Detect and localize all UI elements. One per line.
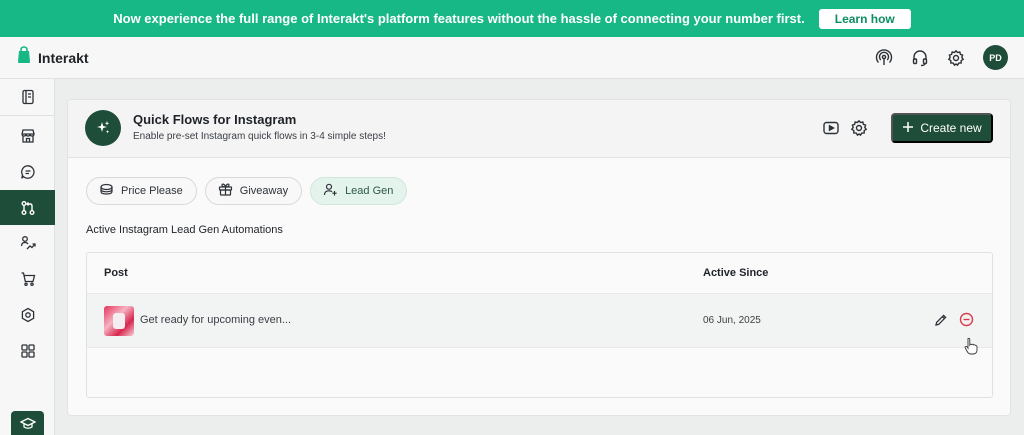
broadcast-icon[interactable] [875,48,893,67]
automations-table: Post Active Since Get ready for upcoming… [86,252,993,398]
flows-icon[interactable] [0,190,55,225]
gift-icon [218,183,233,199]
table-row[interactable]: Get ready for upcoming even... 06 Jun, 2… [87,293,992,348]
chat-icon[interactable] [0,154,55,189]
active-since-date: 06 Jun, 2025 [703,315,761,326]
create-new-button[interactable]: Create new [891,113,993,143]
tag-icon [99,183,114,199]
tab-price-please[interactable]: Price Please [86,177,197,205]
notebook-icon[interactable] [0,79,55,114]
top-bar: Interakt PD [0,37,1024,79]
brand[interactable]: Interakt [16,46,89,69]
post-thumbnail [104,306,134,336]
apps-icon[interactable] [0,333,55,368]
hand-cursor-icon [964,337,978,355]
sidebar [0,79,55,435]
tab-lead-gen[interactable]: Lead Gen [310,177,408,205]
quick-flows-card: Quick Flows for Instagram Enable pre-set… [67,99,1011,416]
campaign-icon[interactable] [0,225,55,260]
tab-label: Lead Gen [345,185,394,197]
column-header-post: Post [104,267,128,279]
academy-icon[interactable] [11,411,44,435]
column-header-active-since: Active Since [703,267,769,279]
create-new-label: Create new [920,121,982,135]
post-caption: Get ready for upcoming even... [140,314,292,326]
card-header: Quick Flows for Instagram Enable pre-set… [68,100,1010,158]
video-tutorial-icon[interactable] [822,119,840,137]
tab-label: Price Please [121,185,183,197]
sparkle-icon [85,110,121,146]
banner-text: Now experience the full range of Interak… [113,11,805,26]
brand-name: Interakt [38,49,89,66]
section-title: Active Instagram Lead Gen Automations [86,224,283,236]
flow-type-tabs: Price Please Giveaway Lead Gen [86,177,408,205]
page-title: Quick Flows for Instagram [133,112,297,127]
headset-icon[interactable] [911,49,929,67]
user-avatar[interactable]: PD [983,45,1008,70]
settings-icon[interactable] [850,119,868,137]
edit-icon[interactable] [934,313,948,327]
integrations-icon[interactable] [0,297,55,332]
cart-icon[interactable] [0,261,55,296]
tab-giveaway[interactable]: Giveaway [204,177,303,205]
store-icon[interactable] [0,118,55,153]
tab-label: Giveaway [239,185,289,197]
page-subtitle: Enable pre-set Instagram quick flows in … [133,131,386,142]
gear-icon[interactable] [947,49,965,67]
interakt-logo-icon [16,46,32,69]
plus-icon [902,121,914,136]
remove-icon[interactable] [959,312,974,327]
learn-how-button[interactable]: Learn how [818,8,911,29]
user-add-icon [323,183,338,199]
promo-banner: Now experience the full range of Interak… [0,0,1024,37]
